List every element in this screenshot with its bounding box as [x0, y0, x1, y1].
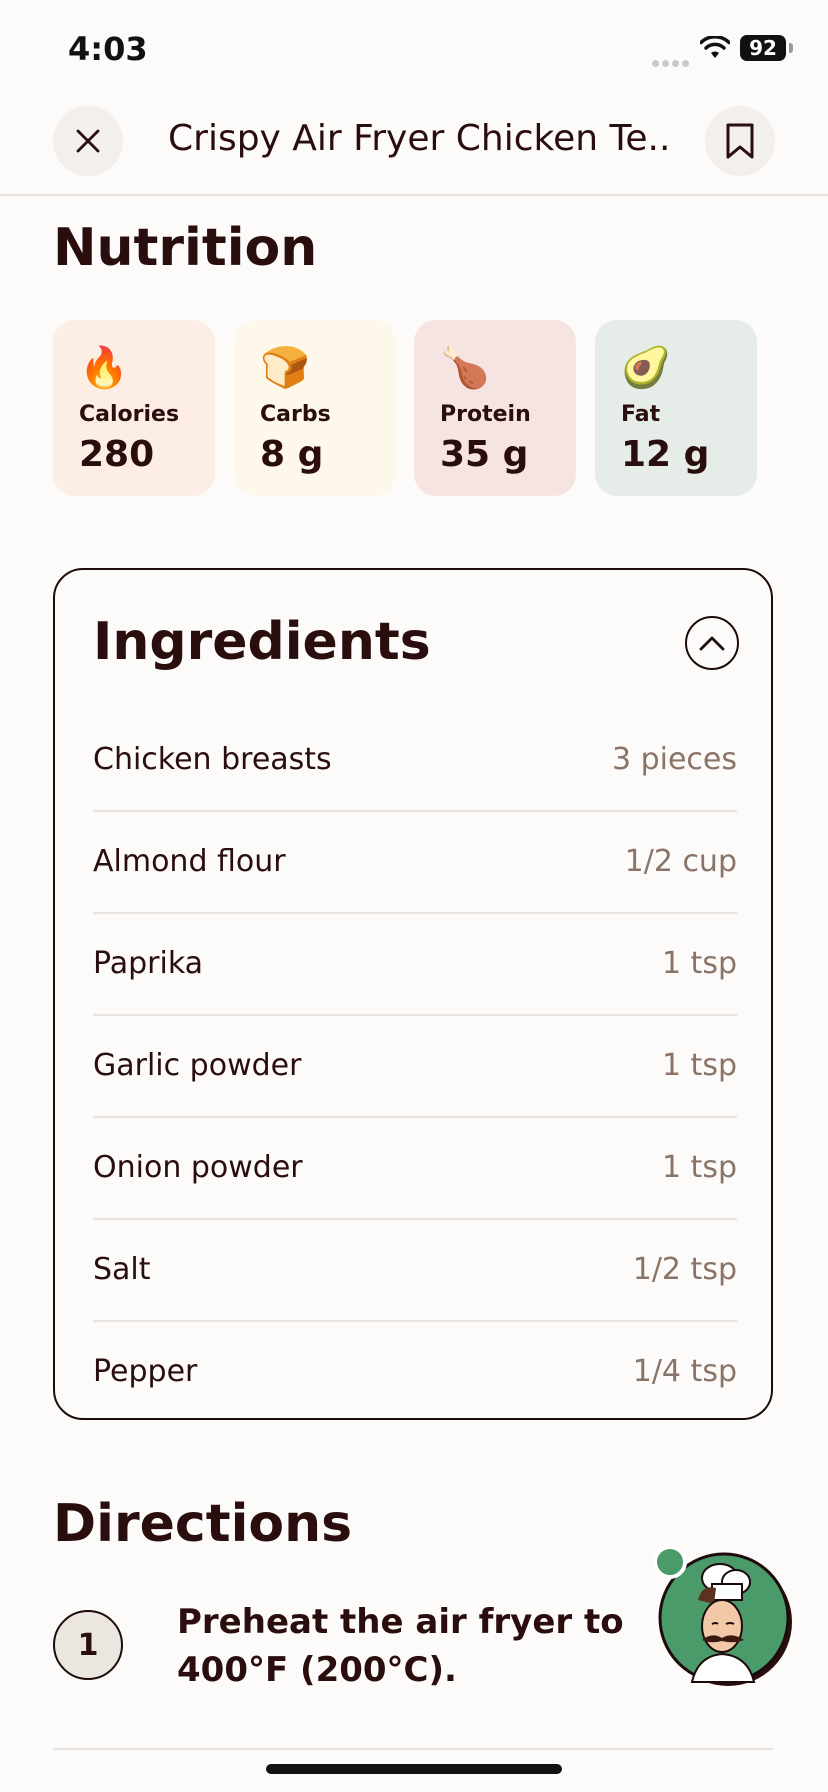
- ingredient-name: Garlic powder: [93, 1048, 302, 1083]
- nutrition-cards: 🔥 Calories 280 🍞 Carbs 8 g 🍗 Protein 35 …: [53, 320, 773, 496]
- nutrition-heading: Nutrition: [53, 218, 318, 278]
- ingredient-quantity: 1 tsp: [661, 1150, 737, 1185]
- cellular-signal-icon: [652, 52, 692, 71]
- recipe-header: Crispy Air Fryer Chicken Te...: [0, 92, 828, 196]
- ingredient-name: Almond flour: [93, 844, 286, 879]
- ingredient-quantity: 3 pieces: [611, 742, 737, 777]
- collapse-ingredients-button[interactable]: [685, 616, 739, 670]
- ingredient-name: Chicken breasts: [93, 742, 332, 777]
- ingredient-quantity: 1/2 tsp: [632, 1252, 737, 1287]
- ingredients-list: Chicken breasts 3 pieces Almond flour 1/…: [93, 710, 737, 1422]
- step-text: Preheat the air fryer to 400°F (200°C).: [177, 1602, 624, 1690]
- ingredient-name: Salt: [93, 1252, 151, 1287]
- nutrition-label: Fat: [621, 402, 661, 427]
- wifi-icon: [699, 35, 731, 64]
- nutrition-value: 12 g: [621, 434, 710, 475]
- ingredient-quantity: 1/2 cup: [624, 844, 737, 879]
- ingredient-row: Chicken breasts 3 pieces: [93, 710, 737, 812]
- chevron-up-icon: [699, 636, 725, 651]
- ingredient-quantity: 1 tsp: [661, 946, 737, 981]
- avocado-icon: 🥑: [621, 345, 671, 391]
- status-time: 4:03: [68, 30, 148, 68]
- ingredient-name: Pepper: [93, 1354, 198, 1389]
- bread-icon: 🍞: [260, 345, 310, 391]
- ingredient-row: Almond flour 1/2 cup: [93, 812, 737, 914]
- nutrition-card-fat: 🥑 Fat 12 g: [595, 320, 757, 496]
- nutrition-card-carbs: 🍞 Carbs 8 g: [234, 320, 396, 496]
- nutrition-card-protein: 🍗 Protein 35 g: [414, 320, 576, 496]
- nutrition-value: 280: [79, 434, 155, 475]
- ingredient-row: Onion powder 1 tsp: [93, 1118, 737, 1220]
- ingredients-heading: Ingredients: [93, 612, 431, 672]
- ingredient-name: Paprika: [93, 946, 204, 981]
- battery-tip: [789, 43, 793, 53]
- ingredient-row: Pepper 1/4 tsp: [93, 1322, 737, 1422]
- ingredient-quantity: 1/4 tsp: [632, 1354, 737, 1389]
- bookmark-icon: [726, 123, 754, 159]
- ingredient-name: Onion powder: [93, 1150, 303, 1185]
- nutrition-label: Calories: [79, 402, 180, 427]
- drumstick-icon: 🍗: [440, 345, 490, 391]
- divider: [53, 1748, 773, 1750]
- close-button[interactable]: [53, 106, 123, 176]
- battery-indicator: 92: [740, 35, 786, 61]
- close-icon: [76, 129, 100, 153]
- directions-heading: Directions: [53, 1494, 353, 1554]
- bookmark-button[interactable]: [705, 106, 775, 176]
- step-number: 1: [53, 1610, 123, 1680]
- status-bar: 4:03 92: [0, 0, 828, 92]
- ingredient-row: Salt 1/2 tsp: [93, 1220, 737, 1322]
- nutrition-label: Carbs: [260, 402, 331, 427]
- ingredient-row: Garlic powder 1 tsp: [93, 1016, 737, 1118]
- recipe-title: Crispy Air Fryer Chicken Te...: [168, 118, 668, 159]
- ingredients-card: Ingredients Chicken breasts 3 pieces Alm…: [53, 568, 773, 1420]
- home-indicator: [266, 1764, 562, 1774]
- nutrition-label: Protein: [440, 402, 531, 427]
- nutrition-value: 35 g: [440, 434, 529, 475]
- nutrition-value: 8 g: [260, 434, 324, 475]
- nutrition-card-calories: 🔥 Calories 280: [53, 320, 215, 496]
- ingredient-row: Paprika 1 tsp: [93, 914, 737, 1016]
- ingredient-quantity: 1 tsp: [661, 1048, 737, 1083]
- fire-icon: 🔥: [79, 345, 129, 391]
- chef-avatar-icon: [653, 1545, 792, 1686]
- chef-assistant-button[interactable]: [652, 1544, 796, 1688]
